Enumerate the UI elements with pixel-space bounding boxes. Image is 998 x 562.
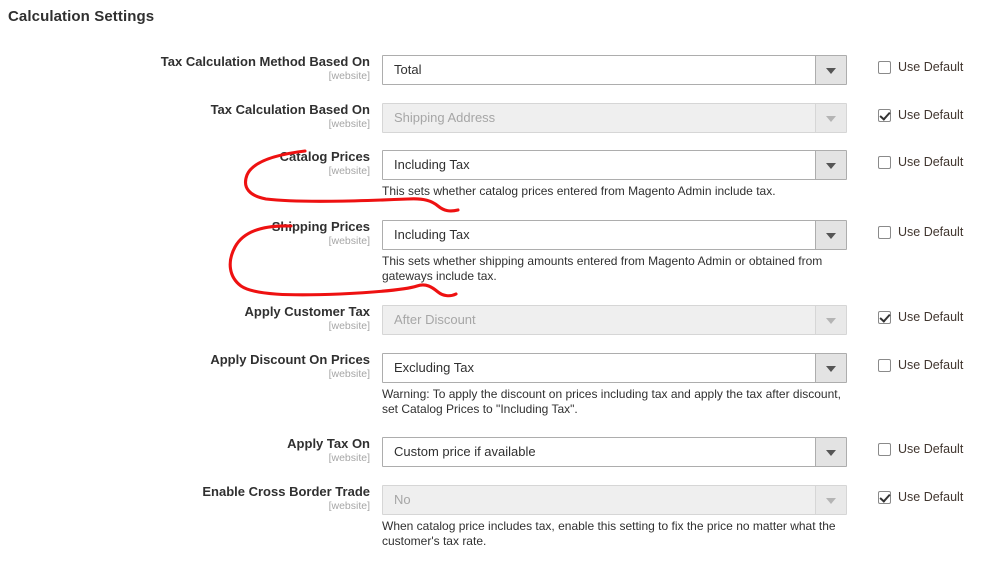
use-default-control[interactable]: Use Default [878,490,963,504]
field-control: Custom price if available [382,437,847,467]
field-label: Apply Discount On Prices[website] [50,353,370,380]
select-value: Shipping Address [394,104,804,132]
chevron-down-icon[interactable] [815,438,846,466]
use-default-control[interactable]: Use Default [878,442,963,456]
field-scope-tag: [website] [50,453,370,465]
use-default-label: Use Default [898,358,963,372]
field-control: After Discount [382,305,847,335]
use-default-checkbox[interactable] [878,311,891,324]
use-default-checkbox[interactable] [878,109,891,122]
chevron-down-icon[interactable] [815,221,846,249]
field-scope-tag: [website] [50,166,370,178]
select-shipping-prices[interactable]: Including Tax [382,220,847,250]
use-default-control[interactable]: Use Default [878,108,963,122]
field-control: Including Tax This sets whether shipping … [382,220,847,284]
select-apply-tax-on[interactable]: Custom price if available [382,437,847,467]
field-control: Including Tax This sets whether catalog p… [382,150,847,199]
select-catalog-prices[interactable]: Including Tax [382,150,847,180]
use-default-control[interactable]: Use Default [878,60,963,74]
field-label-text: Catalog Prices [50,150,370,165]
chevron-down-icon [815,104,846,132]
use-default-label: Use Default [898,490,963,504]
field-scope-tag: [website] [50,119,370,131]
field-scope-tag: [website] [50,501,370,513]
field-help-text: When catalog price includes tax, enable … [382,519,844,549]
chevron-down-icon[interactable] [815,354,846,382]
select-value: Custom price if available [394,438,804,466]
use-default-checkbox[interactable] [878,491,891,504]
use-default-checkbox[interactable] [878,156,891,169]
field-scope-tag: [website] [50,369,370,381]
select-value: Including Tax [394,221,804,249]
use-default-label: Use Default [898,310,963,324]
field-label: Apply Tax On[website] [50,437,370,464]
field-label-text: Apply Discount On Prices [50,353,370,368]
field-label-text: Apply Customer Tax [50,305,370,320]
use-default-label: Use Default [898,108,963,122]
select-value: After Discount [394,306,804,334]
field-label: Tax Calculation Method Based On[website] [50,55,370,82]
select-apply-customer-tax: After Discount [382,305,847,335]
use-default-checkbox[interactable] [878,61,891,74]
use-default-checkbox[interactable] [878,226,891,239]
field-help-text: This sets whether catalog prices entered… [382,184,844,199]
select-apply-discount-on-prices[interactable]: Excluding Tax [382,353,847,383]
field-label-text: Shipping Prices [50,220,370,235]
chevron-down-icon[interactable] [815,56,846,84]
field-scope-tag: [website] [50,321,370,333]
use-default-control[interactable]: Use Default [878,310,963,324]
use-default-label: Use Default [898,155,963,169]
use-default-control[interactable]: Use Default [878,358,963,372]
field-label: Catalog Prices[website] [50,150,370,177]
field-label: Apply Customer Tax[website] [50,305,370,332]
select-value: Excluding Tax [394,354,804,382]
chevron-down-icon[interactable] [815,151,846,179]
field-scope-tag: [website] [50,236,370,248]
field-control: Total [382,55,847,85]
field-help-text: Warning: To apply the discount on prices… [382,387,844,417]
select-enable-cross-border-trade: No [382,485,847,515]
field-label-text: Tax Calculation Based On [50,103,370,118]
select-tax-calculation-method-based-on[interactable]: Total [382,55,847,85]
select-value: Total [394,56,804,84]
field-label-text: Enable Cross Border Trade [50,485,370,500]
select-value: No [394,486,804,514]
select-value: Including Tax [394,151,804,179]
field-help-text: This sets whether shipping amounts enter… [382,254,844,284]
use-default-control[interactable]: Use Default [878,225,963,239]
field-control: Excluding Tax Warning: To apply the disco… [382,353,847,417]
chevron-down-icon [815,486,846,514]
use-default-checkbox[interactable] [878,359,891,372]
field-label: Shipping Prices[website] [50,220,370,247]
field-label: Tax Calculation Based On[website] [50,103,370,130]
use-default-control[interactable]: Use Default [878,155,963,169]
use-default-checkbox[interactable] [878,443,891,456]
field-label-text: Tax Calculation Method Based On [50,55,370,70]
chevron-down-icon [815,306,846,334]
field-label: Enable Cross Border Trade[website] [50,485,370,512]
field-control: Shipping Address [382,103,847,133]
field-scope-tag: [website] [50,71,370,83]
page-title: Calculation Settings [8,8,154,25]
use-default-label: Use Default [898,225,963,239]
field-label-text: Apply Tax On [50,437,370,452]
use-default-label: Use Default [898,60,963,74]
field-control: No When catalog price includes tax, enabl… [382,485,847,549]
select-tax-calculation-based-on: Shipping Address [382,103,847,133]
use-default-label: Use Default [898,442,963,456]
